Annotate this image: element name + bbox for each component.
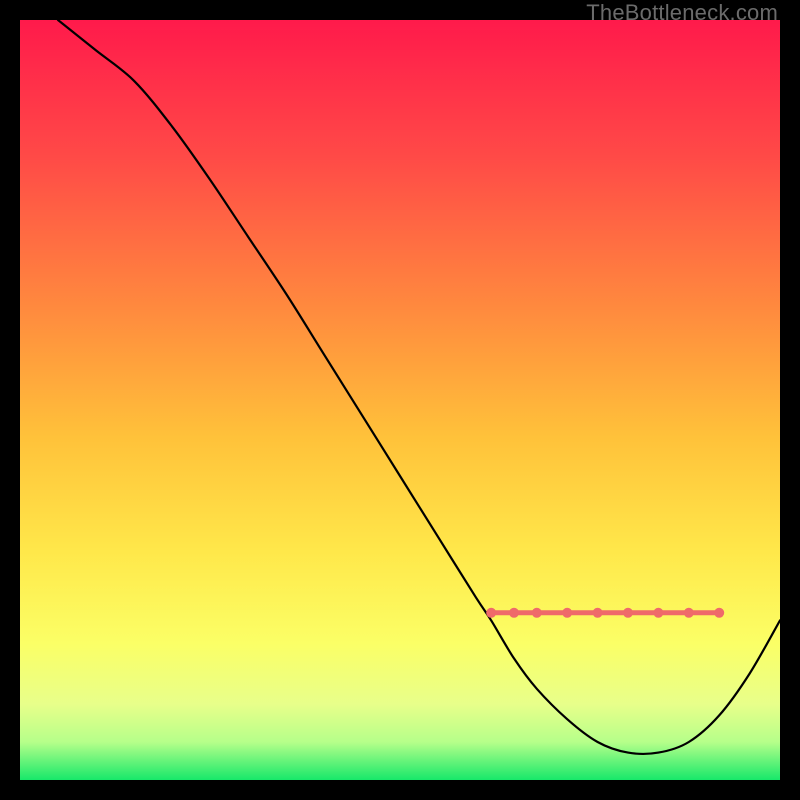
optimal-region-dot [653, 608, 663, 618]
optimal-region-dot [486, 608, 496, 618]
optimal-region-dot [593, 608, 603, 618]
gradient-background [20, 20, 780, 780]
optimal-region-dot [684, 608, 694, 618]
chart-frame [20, 20, 780, 780]
watermark-text: TheBottleneck.com [586, 0, 778, 26]
optimal-region-dot [714, 608, 724, 618]
optimal-region-dot [623, 608, 633, 618]
optimal-region-dot [532, 608, 542, 618]
optimal-region-dot [562, 608, 572, 618]
bottleneck-chart [20, 20, 780, 780]
optimal-region-dot [509, 608, 519, 618]
